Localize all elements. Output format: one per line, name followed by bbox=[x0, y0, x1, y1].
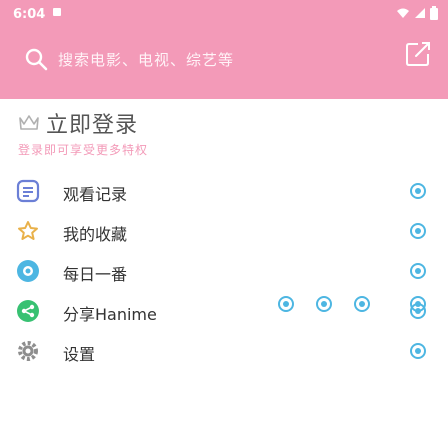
status-right bbox=[396, 6, 438, 20]
radio-indicator[interactable] bbox=[410, 296, 426, 312]
radio-indicator[interactable] bbox=[278, 296, 294, 312]
crown-icon bbox=[19, 115, 39, 130]
radio-indicator[interactable] bbox=[410, 223, 426, 239]
login-title[interactable]: 立即登录 bbox=[46, 107, 138, 139]
search-bar[interactable]: 搜索电影、电视、综艺等 bbox=[24, 40, 364, 78]
menu-label: 每日一番 bbox=[63, 265, 128, 284]
menu-item-history[interactable]: 观看记录 bbox=[0, 171, 448, 211]
radio-indicator[interactable] bbox=[410, 183, 426, 199]
favorite-icon bbox=[18, 221, 38, 240]
search-placeholder: 搜索电影、电视、综艺等 bbox=[58, 50, 235, 69]
radio-indicator[interactable] bbox=[410, 343, 426, 359]
battery-icon bbox=[430, 6, 438, 20]
settings-icon bbox=[18, 341, 38, 361]
search-icon bbox=[25, 48, 48, 71]
wifi-icon bbox=[397, 8, 409, 18]
signal-icon bbox=[415, 8, 425, 18]
radio-strip bbox=[0, 284, 448, 324]
history-icon bbox=[16, 179, 40, 203]
daily-icon bbox=[17, 260, 39, 282]
menu-label: 设置 bbox=[63, 345, 96, 364]
menu-item-settings[interactable]: 设置 bbox=[0, 331, 448, 371]
radio-indicator[interactable] bbox=[354, 296, 370, 312]
notification-icon bbox=[53, 8, 61, 16]
radio-indicator[interactable] bbox=[316, 296, 332, 312]
radio-indicator[interactable] bbox=[410, 263, 426, 279]
app-header: 6:04 搜索电影、电视、综艺等 bbox=[0, 0, 448, 99]
login-subtitle: 登录即可享受更多特权 bbox=[18, 143, 149, 157]
menu-label: 观看记录 bbox=[63, 185, 128, 204]
status-time: 6:04 bbox=[13, 7, 46, 22]
login-section[interactable]: 立即登录 登录即可享受更多特权 bbox=[18, 107, 318, 163]
edit-icon[interactable] bbox=[404, 40, 432, 68]
menu-item-favorites[interactable]: 我的收藏 bbox=[0, 211, 448, 251]
menu-label: 我的收藏 bbox=[63, 225, 128, 244]
status-bar: 6:04 bbox=[0, 0, 448, 28]
